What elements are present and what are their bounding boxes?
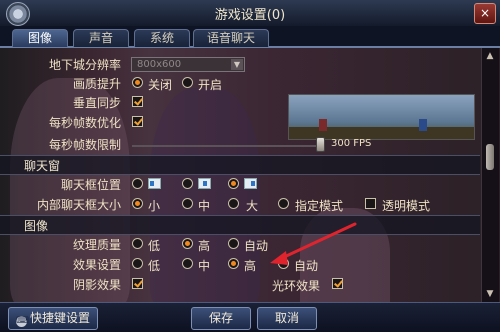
chat-size-small-radio[interactable] (132, 198, 143, 209)
vsync-label: 垂直同步 (72, 96, 121, 110)
texture-low-radio[interactable] (132, 238, 143, 249)
fps-opt-label: 每秒帧数优化 (48, 116, 121, 130)
scroll-thumb[interactable] (486, 144, 494, 170)
effects-low-radio[interactable] (132, 258, 143, 269)
effects-row: 效果设置 低 中 高 自动 (0, 256, 480, 274)
chat-size-label: 内部聊天框大小 (36, 198, 121, 212)
chat-size-medium-radio[interactable] (182, 198, 193, 209)
effects-high-radio[interactable] (228, 258, 239, 269)
settings-window: 游戏设置(0) × 图像 声音 系统 语音聊天 地下城分辨率 800x600 ▼… (0, 0, 500, 332)
cancel-button[interactable]: 取消 (257, 307, 317, 330)
effects-auto-label: 自动 (294, 259, 319, 273)
vsync-row: 垂直同步 (0, 94, 480, 112)
chat-position-left-icon (148, 178, 161, 189)
chevron-down-icon[interactable]: ▼ (231, 59, 243, 70)
fps-slider-handle[interactable] (316, 137, 325, 152)
chat-size-row: 内部聊天框大小 小 中 大 指定模式 透明模式 (0, 196, 480, 214)
tab-sound[interactable]: 声音 (73, 29, 129, 47)
shortcut-settings-label: 快捷键设置 (29, 311, 90, 325)
quality-on-radio[interactable] (182, 77, 193, 88)
tab-image[interactable]: 图像 (12, 29, 68, 47)
effects-high-label: 高 (244, 259, 257, 273)
chat-position-row: 聊天框位置 (0, 176, 480, 194)
chat-position-label: 聊天框位置 (60, 178, 121, 192)
tab-voice-chat[interactable]: 语音聊天 (193, 29, 269, 47)
scrollbar[interactable]: ▲ ▼ (481, 48, 499, 302)
chat-position-radio-3[interactable] (228, 178, 239, 189)
texture-row: 纹理质量 低 高 自动 (0, 236, 480, 254)
scroll-up-icon[interactable]: ▲ (484, 50, 496, 62)
tab-bar: 图像 声音 系统 语音聊天 (0, 26, 500, 48)
effects-medium-radio[interactable] (182, 258, 193, 269)
shadow-checkbox[interactable] (132, 278, 143, 289)
quality-off-radio[interactable] (132, 77, 143, 88)
texture-low-label: 低 (148, 239, 161, 253)
vsync-checkbox[interactable] (132, 96, 143, 107)
chat-size-small-label: 小 (148, 199, 161, 213)
effects-medium-label: 中 (198, 259, 211, 273)
quality-off-label: 关闭 (148, 78, 173, 92)
chat-position-center-icon (198, 178, 211, 189)
chat-size-custom-label: 指定模式 (295, 199, 344, 213)
texture-label: 纹理质量 (72, 238, 121, 252)
chat-size-large-radio[interactable] (228, 198, 239, 209)
transparent-label: 透明模式 (382, 199, 431, 213)
halo-checkbox[interactable] (332, 278, 343, 289)
image-section-header: 图像 (0, 215, 480, 235)
chat-position-right-icon (244, 178, 257, 189)
tab-system[interactable]: 系统 (134, 29, 190, 47)
fps-slider-track[interactable] (132, 145, 320, 147)
effects-auto-radio[interactable] (278, 258, 289, 269)
settings-panel: 地下城分辨率 800x600 ▼ 画质提升 关闭 开启 垂直同步 每秒帧数优化 … (0, 48, 500, 302)
shadow-halo-row: 阴影效果 光环效果 (0, 276, 480, 294)
save-button[interactable]: 保存 (191, 307, 251, 330)
resolution-select[interactable]: 800x600 ▼ (131, 57, 245, 72)
texture-high-label: 高 (198, 239, 211, 253)
effects-label: 效果设置 (72, 258, 121, 272)
halo-label: 光环效果 (272, 279, 321, 293)
close-button[interactable]: × (474, 3, 496, 24)
texture-auto-label: 自动 (244, 239, 269, 253)
quality-on-label: 开启 (198, 78, 223, 92)
texture-high-radio[interactable] (182, 238, 193, 249)
shadow-label: 阴影效果 (72, 278, 121, 292)
keyboard-icon: ⌨ (15, 316, 29, 327)
resolution-value: 800x600 (137, 59, 182, 70)
effects-low-label: 低 (148, 259, 161, 273)
fps-limit-label: 每秒帧数限制 (48, 138, 121, 152)
chat-position-radio-2[interactable] (182, 178, 193, 189)
chat-section-header: 聊天窗 (0, 155, 480, 175)
shortcut-settings-button[interactable]: ⌨快捷键设置 (8, 307, 98, 330)
fps-opt-checkbox[interactable] (132, 116, 143, 127)
image-section-title: 图像 (24, 219, 49, 233)
chat-size-medium-label: 中 (198, 199, 211, 213)
resolution-label: 地下城分辨率 (48, 58, 121, 72)
scroll-down-icon[interactable]: ▼ (484, 288, 496, 300)
quality-label: 画质提升 (72, 77, 121, 91)
chat-size-custom-radio[interactable] (278, 198, 289, 209)
transparent-checkbox[interactable] (365, 198, 376, 209)
chat-size-large-label: 大 (246, 199, 259, 213)
chat-section-title: 聊天窗 (24, 159, 61, 173)
close-icon[interactable]: × (480, 6, 490, 20)
window-title: 游戏设置(0) (214, 8, 286, 23)
fps-limit-value: 300 FPS (331, 138, 372, 149)
titlebar: 游戏设置(0) × (0, 0, 500, 27)
fps-opt-row: 每秒帧数优化 (0, 114, 480, 132)
quality-row: 画质提升 关闭 开启 (0, 75, 480, 93)
footer-bar: ⌨快捷键设置 保存 取消 (0, 302, 500, 332)
texture-auto-radio[interactable] (228, 238, 239, 249)
chat-position-radio-1[interactable] (132, 178, 143, 189)
